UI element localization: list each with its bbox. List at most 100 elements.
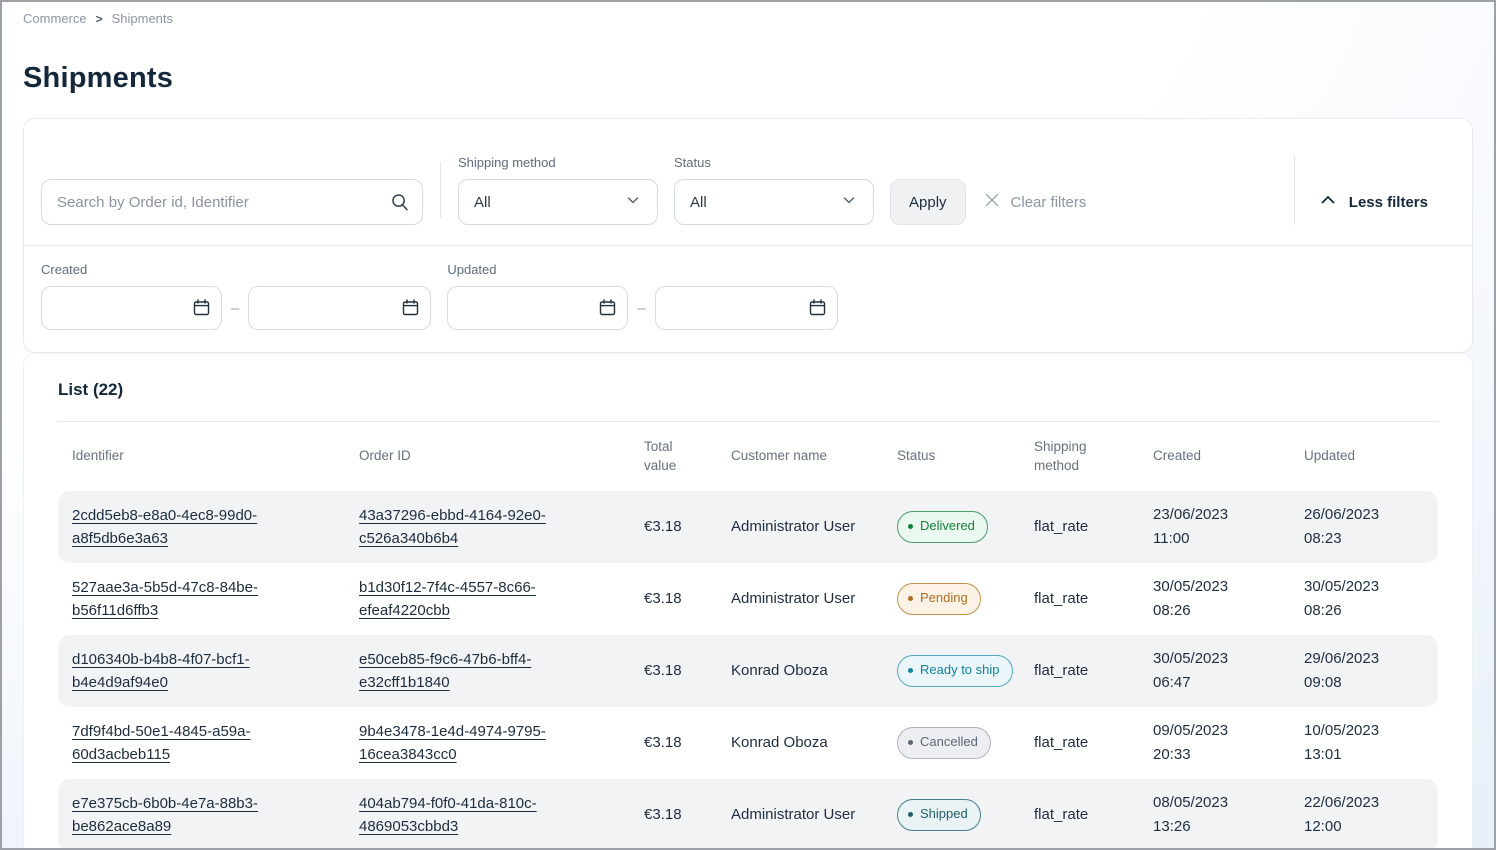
updated-cell: 29/06/2023 09:08 <box>1290 637 1438 705</box>
created-cell: 30/05/2023 06:47 <box>1139 637 1290 705</box>
app-window: Commerce > Shipments Shipments <box>0 0 1496 850</box>
total-value-cell: €3.18 <box>630 793 717 836</box>
shipping-method-cell: flat_rate <box>1020 505 1139 548</box>
shipping-method-value: All <box>474 194 491 211</box>
breadcrumb-separator-icon: > <box>96 12 103 26</box>
created-from-input[interactable] <box>41 286 222 330</box>
status-cell: Ready to ship <box>883 645 1020 696</box>
chevron-down-icon <box>625 192 641 212</box>
chevron-up-icon <box>1319 191 1337 213</box>
customer-name-cell: Konrad Oboza <box>717 721 883 764</box>
status-dot-icon <box>908 596 913 601</box>
close-icon <box>982 190 1002 214</box>
apply-button[interactable]: Apply <box>890 179 966 225</box>
order-id-link[interactable]: 43a37296-ebbd-4164-92e0-c526a340b6b4 <box>359 507 546 547</box>
status-badge-label: Shipped <box>920 804 968 824</box>
identifier-link[interactable]: 2cdd5eb8-e8a0-4ec8-99d0-a8f5db6e3a63 <box>72 507 257 547</box>
order-id-link[interactable]: e50ceb85-f9c6-47b6-bff4-e32cff1b1840 <box>359 651 531 691</box>
status-label: Status <box>674 155 874 170</box>
updated-date-filter: Updated <box>447 262 837 330</box>
updated-cell: 30/05/2023 08:26 <box>1290 565 1438 633</box>
date-range-separator: – <box>628 300 654 317</box>
identifier-link[interactable]: e7e375cb-6b0b-4e7a-88b3-be862ace8a89 <box>72 795 258 835</box>
table-body: 2cdd5eb8-e8a0-4ec8-99d0-a8f5db6e3a63 43a… <box>58 491 1438 850</box>
created-cell: 23/06/2023 11:00 <box>1139 493 1290 561</box>
total-value-cell: €3.18 <box>630 649 717 692</box>
status-cell: Cancelled <box>883 717 1020 768</box>
column-header-status: Status <box>883 439 1020 474</box>
status-dot-icon <box>908 668 913 673</box>
column-header-created: Created <box>1139 439 1290 474</box>
shipping-method-cell: flat_rate <box>1020 649 1139 692</box>
status-badge-label: Cancelled <box>920 732 978 752</box>
page-title: Shipments <box>23 62 1473 95</box>
created-date-filter: Created <box>41 262 431 330</box>
shipping-method-select[interactable]: All <box>458 179 658 225</box>
created-cell: 08/05/2023 13:26 <box>1139 781 1290 849</box>
updated-cell: 22/06/2023 12:00 <box>1290 781 1438 849</box>
status-badge: Cancelled <box>897 727 991 758</box>
updated-from-input[interactable] <box>447 286 628 330</box>
status-dot-icon <box>908 812 913 817</box>
filters-panel: Shipping method All Status All <box>23 118 1473 353</box>
shipping-method-cell: flat_rate <box>1020 721 1139 764</box>
search-icon <box>390 192 410 217</box>
clear-filters-label: Clear filters <box>1011 194 1087 211</box>
status-filter: Status All <box>674 155 874 225</box>
status-cell: Pending <box>883 573 1020 624</box>
identifier-link[interactable]: 7df9f4bd-50e1-4845-a59a-60d3acbeb115 <box>72 723 250 763</box>
status-cell: Delivered <box>883 501 1020 552</box>
shipping-method-label: Shipping method <box>458 155 658 170</box>
status-badge: Pending <box>897 583 981 614</box>
identifier-link[interactable]: d106340b-b4b8-4f07-bcf1-b4e4d9af94e0 <box>72 651 250 691</box>
table-row: 7df9f4bd-50e1-4845-a59a-60d3acbeb115 9b4… <box>58 707 1438 779</box>
column-header-order-id: Order ID <box>345 439 630 474</box>
table-row: e7e375cb-6b0b-4e7a-88b3-be862ace8a89 404… <box>58 779 1438 850</box>
created-cell: 30/05/2023 08:26 <box>1139 565 1290 633</box>
order-id-link[interactable]: 9b4e3478-1e4d-4974-9795-16cea3843cc0 <box>359 723 546 763</box>
filter-divider <box>440 162 441 218</box>
order-id-link[interactable]: 404ab794-f0f0-41da-810c-4869053cbbd3 <box>359 795 537 835</box>
created-to-input[interactable] <box>248 286 431 330</box>
breadcrumb-item-commerce[interactable]: Commerce <box>23 11 87 26</box>
breadcrumb-item-shipments[interactable]: Shipments <box>112 11 173 26</box>
status-value: All <box>690 194 707 211</box>
status-badge-label: Delivered <box>920 516 975 536</box>
updated-to-input[interactable] <box>655 286 838 330</box>
updated-cell: 26/06/2023 08:23 <box>1290 493 1438 561</box>
page-content: Shipping method All Status All <box>2 95 1494 848</box>
total-value-cell: €3.18 <box>630 577 717 620</box>
column-header-shipping-method: Shipping method <box>1020 430 1139 484</box>
breadcrumb: Commerce > Shipments <box>23 11 1473 26</box>
status-badge: Delivered <box>897 511 988 542</box>
customer-name-cell: Administrator User <box>717 505 883 548</box>
less-filters-toggle[interactable]: Less filters <box>1319 179 1428 225</box>
customer-name-cell: Administrator User <box>717 793 883 836</box>
status-dot-icon <box>908 524 913 529</box>
column-header-updated: Updated <box>1290 439 1438 474</box>
column-header-customer-name: Customer name <box>717 439 883 474</box>
total-value-cell: €3.18 <box>630 505 717 548</box>
search-input[interactable] <box>41 179 423 225</box>
identifier-link[interactable]: 527aae3a-5b5d-47c8-84be-b56f11d6ffb3 <box>72 579 258 619</box>
customer-name-cell: Konrad Oboza <box>717 649 883 692</box>
date-range-separator: – <box>222 300 248 317</box>
shipping-method-cell: flat_rate <box>1020 793 1139 836</box>
less-filters-label: Less filters <box>1349 194 1428 211</box>
filters-row-dates: Created <box>24 246 1472 352</box>
search-field-wrap <box>41 179 423 225</box>
column-header-total-value: Total value <box>630 430 717 484</box>
order-id-link[interactable]: b1d30f12-7f4c-4557-8c66-efeaf4220cbb <box>359 579 536 619</box>
status-badge-label: Pending <box>920 588 968 608</box>
customer-name-cell: Administrator User <box>717 577 883 620</box>
table-row: d106340b-b4b8-4f07-bcf1-b4e4d9af94e0 e50… <box>58 635 1438 707</box>
status-badge: Shipped <box>897 799 981 830</box>
filters-row-primary: Shipping method All Status All <box>24 119 1472 245</box>
status-select[interactable]: All <box>674 179 874 225</box>
column-header-identifier: Identifier <box>58 439 345 474</box>
filter-divider <box>1294 155 1295 225</box>
clear-filters-button[interactable]: Clear filters <box>982 179 1087 225</box>
chevron-down-icon <box>841 192 857 212</box>
status-badge-label: Ready to ship <box>920 660 1000 680</box>
updated-cell: 10/05/2023 13:01 <box>1290 709 1438 777</box>
